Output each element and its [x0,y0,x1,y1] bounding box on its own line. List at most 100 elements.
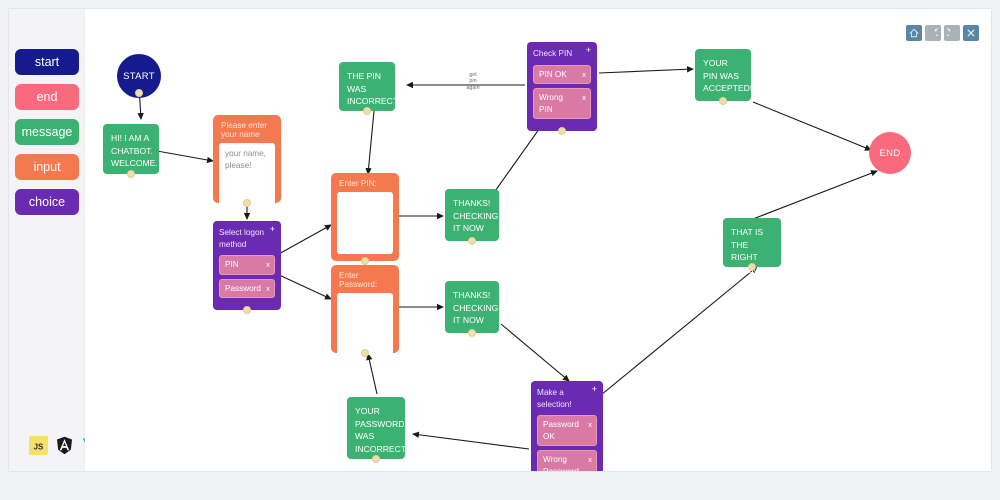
message-node-label: THANKS! CHECKING IT NOW [453,198,499,233]
choice-option-label: Wrong PIN [539,93,563,114]
remove-option-button[interactable]: x [582,92,586,104]
choice-node-body[interactable]: + Make a selection! Password OK x Wrong … [531,381,603,471]
connector-dot[interactable] [468,237,476,245]
remove-option-button[interactable]: x [582,69,586,81]
palette-item-end[interactable]: end [15,84,79,110]
palette-item-message[interactable]: message [15,119,79,145]
message-node-body[interactable]: HI! I AM A CHATBOT. WELCOME. [103,124,159,178]
node-select-logon-choice[interactable]: + Select logon method PIN x Password x [213,221,281,314]
connector-dot[interactable] [363,107,371,115]
node-checking-pin-message[interactable]: THANKS! CHECKING IT NOW [445,189,499,245]
input-node-field[interactable]: your name, please! [219,143,275,205]
message-node-label: THE PIN WAS INCORRECT [347,71,399,106]
message-node-label: YOUR PASSWORD WAS INCORRECT. [355,406,408,454]
choice-option[interactable]: Password x [219,278,275,298]
node-palette: start end message input choice [15,49,79,224]
choice-node-body[interactable]: + Check PIN PIN OK x Wrong PIN x [527,42,597,135]
choice-option[interactable]: Wrong PIN x [533,88,591,119]
javascript-logo: JS [29,436,48,455]
end-node-shape[interactable]: END [869,132,911,174]
connector-dot[interactable] [243,306,251,314]
remove-option-button[interactable]: x [588,419,592,431]
choice-option-label: Password [225,283,261,293]
choice-option-label: Password OK [543,420,579,441]
message-node-body[interactable]: YOUR PIN WAS ACCEPTED! [695,49,753,105]
node-enter-pin-input[interactable]: Enter PIN: [331,173,399,265]
flow-canvas[interactable]: get pin again START HI! I AM A CHATBOT. … [85,9,991,471]
input-node-body[interactable]: Enter Password: [331,265,399,357]
node-checking-password-message[interactable]: THANKS! CHECKING IT NOW [445,281,499,337]
input-node-title: Enter Password: [339,271,378,289]
message-node-body[interactable]: THANKS! CHECKING IT NOW [445,189,499,245]
choice-option[interactable]: PIN x [219,255,275,275]
palette-item-choice[interactable]: choice [15,189,79,215]
redo-icon[interactable] [944,25,960,41]
message-node-body[interactable]: THE PIN WAS INCORRECT [339,62,399,115]
input-node-field[interactable] [337,293,393,355]
svg-text:JS: JS [34,442,44,451]
input-node-body[interactable]: Enter PIN: [331,173,399,265]
node-right-password-message[interactable]: THAT IS THE RIGHT PASSWORD. [723,218,783,275]
palette-item-input[interactable]: input [15,154,79,180]
sidebar: start end message input choice JS [9,9,150,471]
choice-option-label: PIN OK [539,69,567,79]
home-icon[interactable] [906,25,922,41]
edge-label-get-pin-again: get pin again [466,72,480,91]
node-start[interactable]: START [117,54,161,98]
message-node-label: THANKS! CHECKING IT NOW [453,290,499,325]
message-node-label: THAT IS THE RIGHT PASSWORD. [731,227,783,275]
choice-option[interactable]: Password OK x [537,415,597,446]
input-node-field[interactable] [337,192,393,254]
node-enter-password-input[interactable]: Enter Password: [331,265,399,357]
connector-dot[interactable] [127,170,135,178]
undo-icon[interactable] [925,25,941,41]
input-node-body[interactable]: Please enter your name your name, please… [213,115,281,207]
close-icon[interactable] [963,25,979,41]
angular-logo [56,436,73,455]
app-root: start end message input choice JS get pi… [0,0,1000,500]
message-node-body[interactable]: THAT IS THE RIGHT PASSWORD. [723,218,783,275]
node-ask-name-input[interactable]: Please enter your name your name, please… [213,115,281,207]
choice-node-title: Make a selection! [537,388,572,409]
connector-dot[interactable] [243,199,251,207]
message-node-label: HI! I AM A CHATBOT. WELCOME. [111,133,158,168]
input-node-title: Enter PIN: [339,179,377,188]
connector-dot[interactable] [361,257,369,265]
message-node-body[interactable]: YOUR PASSWORD WAS INCORRECT. [347,397,408,463]
connector-dot[interactable] [361,349,369,357]
node-end[interactable]: END [869,132,911,174]
choice-option[interactable]: Wrong Password x [537,450,597,471]
add-option-button[interactable]: + [270,225,275,234]
choice-node-title: Check PIN [533,49,573,58]
connector-dot[interactable] [558,127,566,135]
remove-option-button[interactable]: x [266,259,270,271]
choice-option-label: PIN [225,260,239,269]
remove-option-button[interactable]: x [588,454,592,466]
node-pin-incorrect-message[interactable]: THE PIN WAS INCORRECT [339,62,399,115]
node-pin-accepted-message[interactable]: YOUR PIN WAS ACCEPTED! [695,49,753,105]
node-make-selection-choice[interactable]: + Make a selection! Password OK x Wrong … [531,381,603,471]
choice-node-title: Select logon method [219,228,265,249]
input-node-title: Please enter your name [221,121,267,139]
connector-dot[interactable] [372,455,380,463]
message-node-body[interactable]: THANKS! CHECKING IT NOW [445,281,499,337]
connector-dot[interactable] [468,329,476,337]
palette-item-start[interactable]: start [15,49,79,75]
node-password-incorrect-message[interactable]: YOUR PASSWORD WAS INCORRECT. [347,397,408,463]
node-welcome-message[interactable]: HI! I AM A CHATBOT. WELCOME. [103,124,159,178]
connector-dot[interactable] [748,263,756,271]
choice-option-label: Wrong Password [543,455,579,471]
choice-option[interactable]: PIN OK x [533,64,591,84]
connector-dot[interactable] [135,89,143,97]
connector-dot[interactable] [719,97,727,105]
end-node-label: END [879,147,901,159]
add-option-button[interactable]: + [586,46,591,55]
canvas-toolbar [906,25,979,41]
node-check-pin-choice[interactable]: + Check PIN PIN OK x Wrong PIN x [527,42,597,135]
start-node-label: START [123,70,155,82]
message-node-label: YOUR PIN WAS ACCEPTED! [703,58,753,93]
page-card: start end message input choice JS get pi… [8,8,992,472]
add-option-button[interactable]: + [592,385,597,394]
choice-node-body[interactable]: + Select logon method PIN x Password x [213,221,281,314]
remove-option-button[interactable]: x [266,283,270,295]
